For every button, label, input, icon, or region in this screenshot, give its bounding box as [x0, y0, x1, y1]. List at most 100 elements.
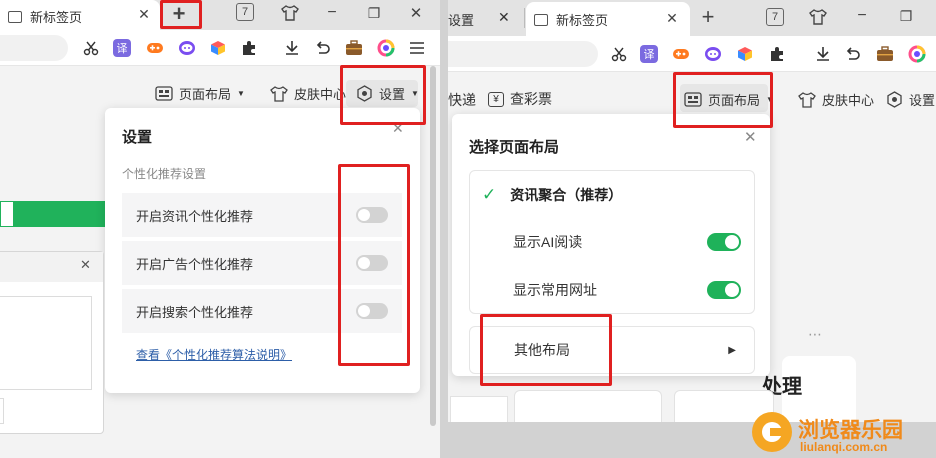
- settings-section-label: 个性化推荐设置: [122, 167, 207, 181]
- caret-down-icon: ▼: [766, 95, 774, 104]
- translate-icon[interactable]: 译: [113, 39, 131, 57]
- left-new-tab-button[interactable]: +: [166, 1, 192, 26]
- game-icon[interactable]: [670, 43, 692, 65]
- search-field-edge: [0, 201, 14, 227]
- watermark: 浏览器乐园 liulanqi.com.cn: [752, 412, 932, 456]
- colorful-ring-icon[interactable]: [906, 43, 928, 65]
- left-screenshot: 新标签页 ✕ + 7 − ❐ ✕ 译 页面布局 ▼ 皮肤中心 设置 ▼ 设置 ✕…: [0, 0, 440, 458]
- download-icon[interactable]: [281, 37, 303, 59]
- minimize-icon[interactable]: −: [322, 3, 342, 23]
- right-skin-center-button[interactable]: 皮肤中心: [798, 90, 874, 109]
- algorithm-explanation-link[interactable]: 查看《个性化推荐算法说明》: [136, 346, 292, 363]
- layout-icon: [155, 86, 173, 101]
- chat-bot-icon[interactable]: [176, 37, 198, 59]
- cube-icon[interactable]: [734, 43, 756, 65]
- left-tab[interactable]: 新标签页: [8, 7, 82, 26]
- skin-center-button[interactable]: 皮肤中心: [270, 84, 346, 103]
- caret-down-icon: ▼: [411, 89, 419, 98]
- setting-label: 开启广告个性化推荐: [136, 256, 254, 272]
- right-tab[interactable]: 新标签页: [534, 10, 608, 29]
- hexagon-settings-icon: [887, 91, 902, 108]
- page-scrollbar[interactable]: [430, 66, 436, 426]
- search-submit-bar: [0, 201, 108, 227]
- right-tab-close-icon[interactable]: ✕: [662, 8, 682, 28]
- left-tab-close-icon[interactable]: ✕: [134, 4, 154, 24]
- small-dialog-input[interactable]: [0, 398, 4, 424]
- right-settings-button[interactable]: 设置: [886, 90, 935, 109]
- shirt-icon[interactable]: [808, 7, 828, 27]
- layout-option-news[interactable]: ✓ 资讯聚合（推荐）: [482, 185, 622, 205]
- left-tab-title: 新标签页: [30, 10, 83, 25]
- lottery-link[interactable]: ¥ 查彩票: [488, 89, 552, 109]
- cut-icon[interactable]: [80, 37, 102, 59]
- translate-icon[interactable]: 译: [640, 45, 658, 63]
- news-personalization-toggle[interactable]: [356, 207, 388, 223]
- express-link[interactable]: 快递: [448, 90, 476, 110]
- layout-label: 页面布局: [708, 93, 761, 108]
- left-address-bar[interactable]: [0, 35, 68, 61]
- right-prev-tab-title[interactable]: 设置: [448, 10, 474, 29]
- small-dialog-close-icon[interactable]: ✕: [80, 257, 91, 273]
- bg-card-edge: [450, 396, 508, 422]
- settings-button-content: 设置 ▼: [356, 84, 419, 103]
- colorful-ring-icon[interactable]: [375, 37, 397, 59]
- setting-row-search: 开启搜索个性化推荐: [122, 289, 402, 333]
- other-layout-row[interactable]: 其他布局 ▶: [469, 326, 755, 374]
- layout-option-label: 资讯聚合（推荐）: [510, 187, 623, 203]
- puzzle-icon[interactable]: [238, 37, 260, 59]
- common-sites-label: 显示常用网址: [513, 282, 597, 298]
- common-sites-toggle[interactable]: [707, 281, 741, 299]
- layout-icon: [684, 92, 702, 107]
- watermark-logo: [752, 412, 792, 452]
- briefcase-icon[interactable]: [874, 43, 896, 65]
- other-layout-label: 其他布局: [514, 342, 570, 358]
- right-tab-title: 新标签页: [556, 13, 609, 28]
- game-icon[interactable]: [144, 37, 166, 59]
- skin-label: 皮肤中心: [294, 87, 347, 102]
- setting-row-news: 开启资讯个性化推荐: [122, 193, 402, 237]
- calendar-icon[interactable]: 7: [766, 8, 784, 26]
- shirt-icon[interactable]: [280, 3, 300, 23]
- puzzle-icon[interactable]: [766, 43, 788, 65]
- setting-label: 开启搜索个性化推荐: [136, 304, 254, 320]
- skin-label: 皮肤中心: [822, 93, 875, 108]
- ads-personalization-toggle[interactable]: [356, 255, 388, 271]
- chevron-right-icon: ▶: [728, 344, 736, 356]
- right-new-tab-button[interactable]: +: [696, 4, 720, 29]
- undo-icon[interactable]: [842, 43, 864, 65]
- layout-panel-close-icon[interactable]: ✕: [744, 128, 757, 146]
- settings-panel-title: 设置: [122, 129, 153, 146]
- chat-bot-icon[interactable]: [702, 43, 724, 65]
- newtab-page-icon: [8, 10, 22, 23]
- shirt-icon: [798, 91, 816, 108]
- restore-icon[interactable]: ❐: [896, 6, 916, 26]
- lottery-label: 查彩票: [510, 91, 552, 107]
- cut-icon[interactable]: [608, 43, 630, 65]
- check-icon: ✓: [482, 185, 497, 204]
- right-prev-tab-close-icon[interactable]: ✕: [498, 9, 510, 26]
- right-address-bar[interactable]: [448, 41, 598, 67]
- bg-more-icon[interactable]: ⋯: [808, 326, 822, 343]
- briefcase-icon[interactable]: [343, 37, 365, 59]
- minimize-icon[interactable]: −: [852, 6, 872, 26]
- window-close-icon[interactable]: ✕: [406, 3, 426, 23]
- caret-down-icon: ▼: [237, 89, 245, 98]
- layout-menu-button[interactable]: 页面布局 ▼: [155, 84, 245, 103]
- settings-label: 设置: [909, 93, 936, 108]
- calendar-icon[interactable]: 7: [236, 3, 254, 21]
- ai-reading-toggle[interactable]: [707, 233, 741, 251]
- download-icon[interactable]: [812, 43, 834, 65]
- tab-divider: [524, 8, 525, 28]
- lottery-icon: ¥: [488, 91, 504, 107]
- undo-icon[interactable]: [312, 37, 334, 59]
- settings-close-icon[interactable]: ✕: [392, 120, 404, 137]
- layout-label: 页面布局: [179, 87, 232, 102]
- setting-label: 开启资讯个性化推荐: [136, 208, 254, 224]
- small-dialog-textarea[interactable]: [0, 296, 92, 390]
- restore-icon[interactable]: ❐: [364, 3, 384, 23]
- search-personalization-toggle[interactable]: [356, 303, 388, 319]
- cube-icon[interactable]: [207, 37, 229, 59]
- newtab-page-icon: [534, 13, 548, 26]
- shirt-icon: [270, 85, 288, 102]
- menu-icon[interactable]: [406, 37, 428, 59]
